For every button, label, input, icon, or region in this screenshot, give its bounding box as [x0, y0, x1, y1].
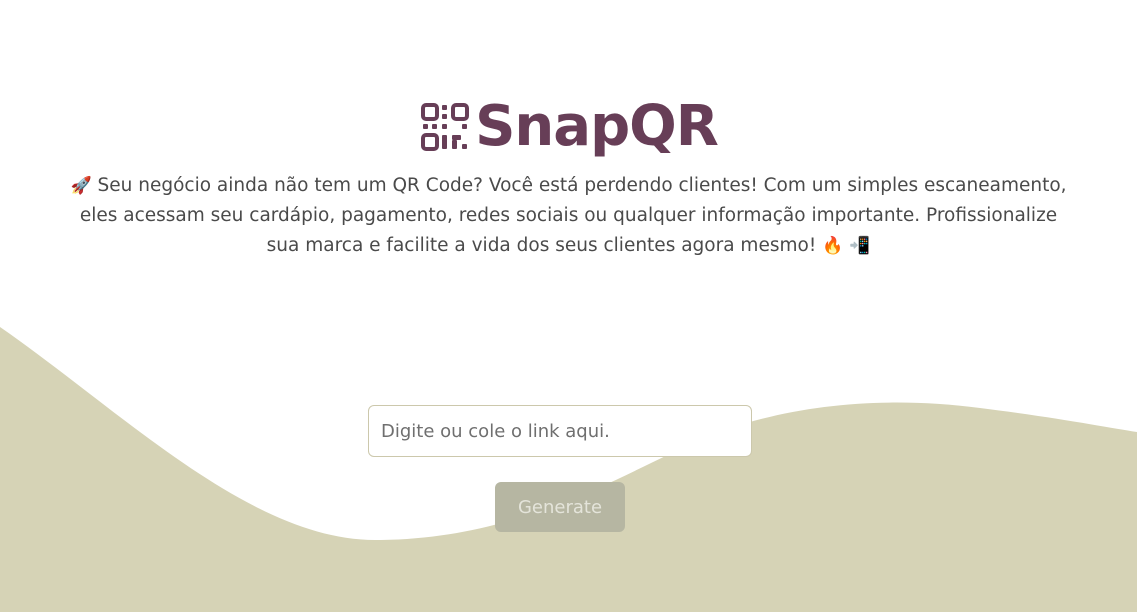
description: 🚀 Seu negócio ainda não tem um QR Code? …	[70, 171, 1067, 261]
generate-button[interactable]: Generate	[495, 482, 625, 532]
mobile-arrow-icon: 📲	[849, 236, 871, 256]
fire-icon: 🔥	[822, 236, 844, 256]
brand-title: SnapQR	[475, 94, 719, 159]
brand: SnapQR	[419, 94, 719, 159]
rocket-icon: 🚀	[70, 176, 92, 196]
qr-code-icon	[421, 103, 470, 151]
url-input[interactable]	[368, 405, 752, 457]
header: SnapQR	[0, 95, 1137, 159]
description-text: Seu negócio ainda não tem um QR Code? Vo…	[79, 175, 1067, 256]
page: SnapQR 🚀 Seu negócio ainda não tem um QR…	[0, 0, 1137, 612]
